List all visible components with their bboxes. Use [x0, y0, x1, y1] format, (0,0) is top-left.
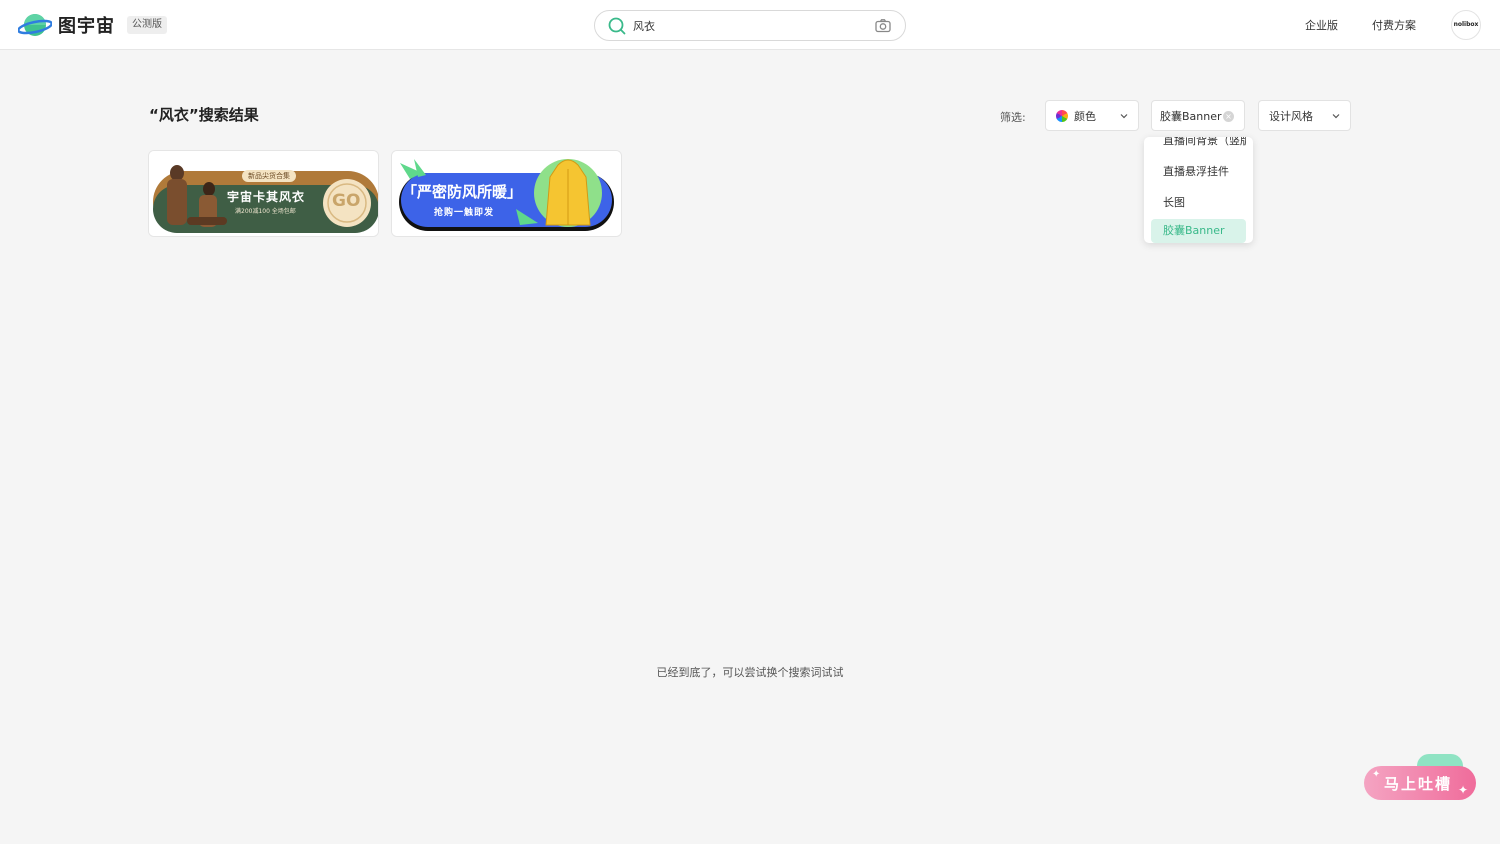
sparkle-icon: ✦ — [1372, 769, 1381, 780]
result-card[interactable]: 「严密防风所暖」 抢购一触即发 — [391, 150, 622, 237]
nav-enterprise[interactable]: 企业版 — [1305, 17, 1338, 33]
chevron-down-icon — [1332, 114, 1340, 119]
top-header: 图宇宙 公测版 企业版 付费方案 nolibox — [0, 0, 1500, 50]
page-title: “风衣”搜索结果 — [149, 106, 259, 124]
type-dropdown-menu: 直播间背景（竖版 直播悬浮挂件 长图 胶囊Banner — [1144, 137, 1253, 243]
logo[interactable]: 图宇宙 公测版 — [18, 11, 167, 39]
logo-text: 图宇宙 — [58, 16, 115, 37]
nav-pricing[interactable]: 付费方案 — [1372, 17, 1416, 33]
card-subtext: 抢购一触即发 — [434, 208, 495, 218]
style-filter[interactable]: 设计风格 — [1258, 100, 1351, 131]
search-icon[interactable] — [607, 16, 627, 36]
feedback-label: 马上吐槽 — [1384, 775, 1453, 793]
card-headline: 「严密防风所暖」 — [402, 183, 523, 201]
sparkle-icon: ✦ — [1458, 783, 1469, 797]
camera-icon[interactable] — [874, 17, 892, 35]
result-card[interactable]: 新品尖货合集 宇宙卡其风衣 满200减100 全场包邮 GO — [148, 150, 379, 237]
color-filter-label: 颜色 — [1074, 109, 1096, 123]
end-of-results-text: 已经到底了，可以尝试换个搜索词试试 — [656, 666, 844, 679]
type-filter[interactable]: 胶囊Banner × — [1151, 100, 1245, 131]
card-tag: 新品尖货合集 — [242, 170, 296, 182]
style-filter-label: 设计风格 — [1269, 109, 1313, 123]
feedback-button[interactable]: ✦ ✦ 马上吐槽 — [1362, 753, 1478, 803]
card-cta: GO — [332, 191, 361, 211]
dropdown-item[interactable]: 直播间背景（竖版 — [1151, 137, 1246, 153]
color-wheel-icon — [1056, 109, 1068, 122]
dropdown-item-selected[interactable]: 胶囊Banner — [1151, 219, 1246, 243]
color-filter[interactable]: 颜色 — [1045, 100, 1139, 131]
planet-logo-icon — [18, 14, 52, 36]
card-headline: 宇宙卡其风衣 — [227, 190, 306, 204]
search-input[interactable] — [633, 16, 863, 36]
dropdown-item[interactable]: 直播悬浮挂件 — [1151, 160, 1246, 184]
card-subtext: 满200减100 全场包邮 — [235, 208, 296, 215]
avatar[interactable]: nolibox — [1451, 10, 1481, 40]
type-filter-label: 胶囊Banner — [1160, 109, 1222, 123]
chevron-down-icon — [1120, 114, 1128, 119]
search-bar[interactable] — [594, 10, 906, 41]
clear-icon[interactable]: × — [1223, 111, 1234, 122]
filter-label: 筛选: — [1000, 111, 1026, 124]
dropdown-item[interactable]: 长图 — [1151, 191, 1246, 215]
beta-badge: 公测版 — [127, 16, 167, 34]
